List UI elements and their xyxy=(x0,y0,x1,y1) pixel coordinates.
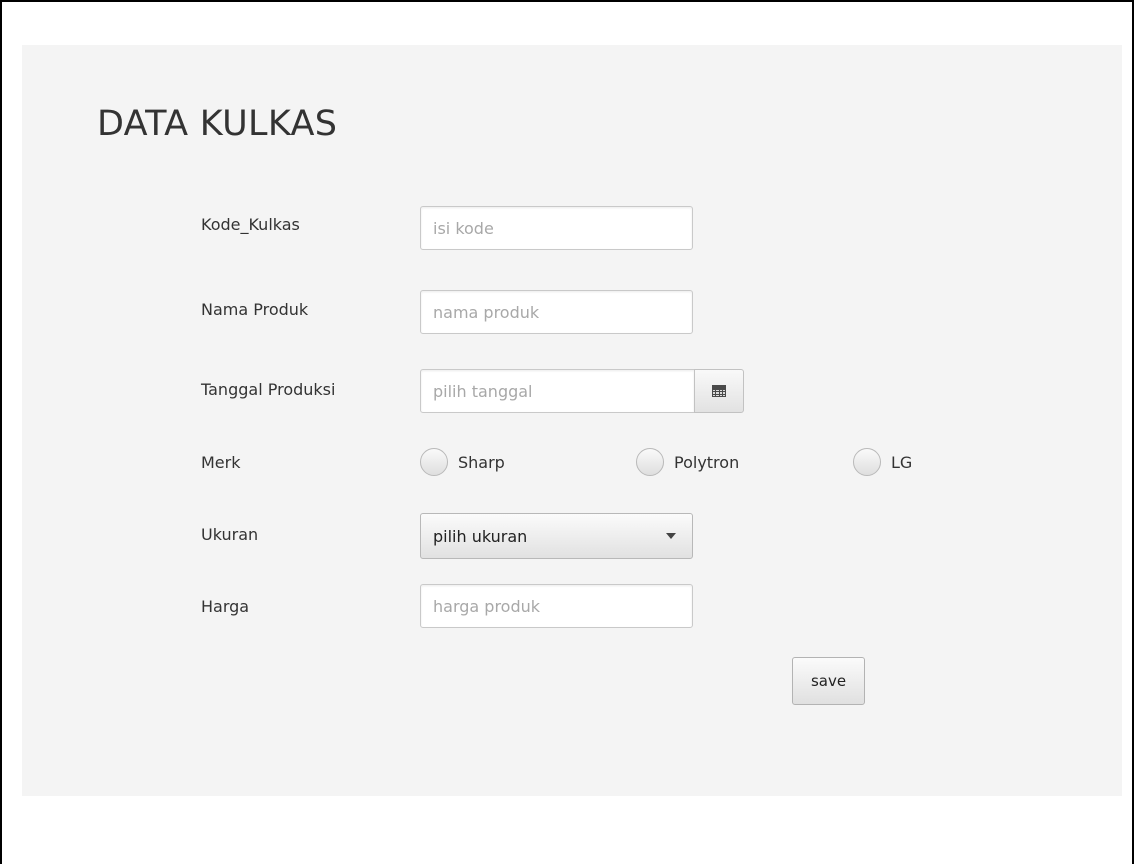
harga-input[interactable] xyxy=(420,584,693,628)
nama-produk-input[interactable] xyxy=(420,290,693,334)
date-picker-button[interactable] xyxy=(694,369,744,413)
merk-radio-sharp[interactable]: Sharp xyxy=(420,448,505,476)
chevron-down-icon xyxy=(666,533,676,539)
nama-produk-label: Nama Produk xyxy=(201,300,309,319)
ukuran-selected-value: pilih ukuran xyxy=(433,526,528,546)
ukuran-label: Ukuran xyxy=(201,525,259,544)
calendar-icon xyxy=(712,385,726,397)
page-title: DATA KULKAS xyxy=(97,104,338,144)
kode-kulkas-input[interactable] xyxy=(420,206,693,250)
radio-circle[interactable] xyxy=(853,448,881,476)
merk-radio-polytron[interactable]: Polytron xyxy=(636,448,739,476)
save-button[interactable]: save xyxy=(792,657,865,705)
harga-label: Harga xyxy=(201,597,250,616)
tanggal-produksi-label: Tanggal Produksi xyxy=(201,380,336,399)
ukuran-select[interactable]: pilih ukuran xyxy=(420,513,693,559)
kode-kulkas-label: Kode_Kulkas xyxy=(201,215,300,234)
merk-option-label: Sharp xyxy=(458,452,505,472)
merk-label: Merk xyxy=(201,453,241,472)
form-panel xyxy=(22,45,1122,796)
merk-option-label: Polytron xyxy=(674,452,740,472)
merk-option-label: LG xyxy=(891,452,913,472)
radio-circle[interactable] xyxy=(636,448,664,476)
radio-circle[interactable] xyxy=(420,448,448,476)
merk-radio-lg[interactable]: LG xyxy=(853,448,912,476)
tanggal-produksi-input[interactable] xyxy=(420,369,695,413)
